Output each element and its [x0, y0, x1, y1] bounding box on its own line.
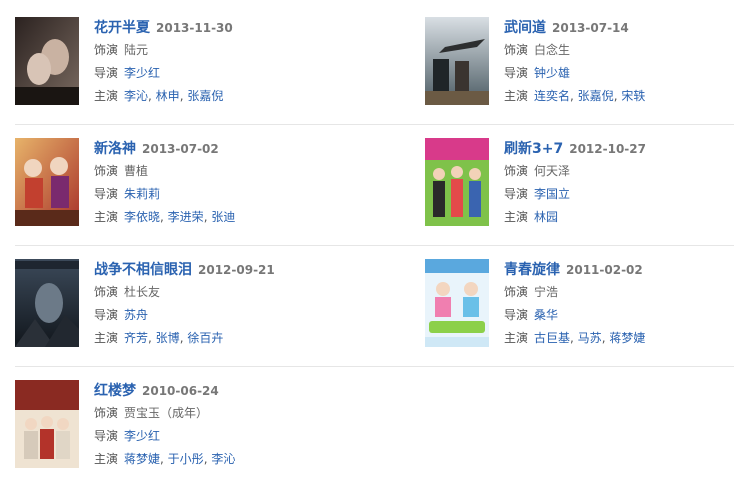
cast-link[interactable]: 张迪 — [211, 210, 235, 224]
role-label: 饰演 — [94, 43, 119, 57]
film-card: 红楼梦 2010-06-24 饰演 贾宝玉（成年） 导演 李少红 主演 蒋梦婕, 于小彤… — [15, 380, 345, 472]
film-title[interactable]: 花开半夏 — [94, 20, 150, 36]
cast-link[interactable]: 李依晓 — [124, 210, 160, 224]
row-divider — [15, 366, 734, 367]
role-label: 饰演 — [94, 406, 119, 420]
role-value: 宁浩 — [534, 285, 559, 299]
cast-link[interactable]: 宋轶 — [621, 89, 645, 103]
role-value: 曹植 — [124, 164, 149, 178]
film-title[interactable]: 红楼梦 — [94, 383, 136, 399]
cast-link[interactable]: 林园 — [534, 210, 558, 224]
director-label: 导演 — [94, 66, 119, 80]
film-poster[interactable] — [15, 17, 79, 105]
cast-link[interactable]: 李沁 — [124, 89, 148, 103]
director-link[interactable]: 桑华 — [534, 308, 558, 322]
film-poster[interactable] — [15, 259, 79, 347]
role-label: 饰演 — [94, 164, 119, 178]
cast-label: 主演 — [94, 452, 119, 466]
role-value: 杜长友 — [124, 285, 161, 299]
film-title[interactable]: 青春旋律 — [504, 262, 560, 278]
row-divider — [15, 245, 734, 246]
cast-link[interactable]: 蒋梦婕 — [124, 452, 160, 466]
role-label: 饰演 — [504, 164, 529, 178]
film-poster[interactable] — [425, 17, 489, 105]
director-label: 导演 — [94, 187, 119, 201]
cast-link[interactable]: 李进荣 — [168, 210, 204, 224]
director-link[interactable]: 李国立 — [534, 187, 570, 201]
cast-link[interactable]: 李沁 — [211, 452, 235, 466]
director-link[interactable]: 钟少雄 — [534, 66, 570, 80]
role-value: 白念生 — [534, 43, 571, 57]
film-poster[interactable] — [425, 259, 489, 347]
release-date: 2012-09-21 — [198, 263, 275, 277]
director-link[interactable]: 李少红 — [124, 429, 160, 443]
row-divider — [15, 124, 734, 125]
release-date: 2013-07-14 — [552, 21, 629, 35]
cast-link[interactable]: 于小彤 — [168, 452, 204, 466]
release-date: 2010-06-24 — [142, 384, 219, 398]
film-card: 战争不相信眼泪 2012-09-21 饰演 杜长友 导演 苏舟 主演 齐芳, 张博, 徐… — [15, 259, 345, 351]
film-poster[interactable] — [15, 138, 79, 226]
cast-label: 主演 — [94, 331, 119, 345]
cast-link[interactable]: 蒋梦婕 — [609, 331, 645, 345]
film-card: 武间道 2013-07-14 饰演 白念生 导演 钟少雄 主演 连奕名, 张嘉倪, 宋轶 — [425, 17, 734, 109]
role-label: 饰演 — [504, 285, 529, 299]
film-title[interactable]: 刷新3+7 — [504, 141, 563, 157]
role-value: 陆元 — [124, 43, 149, 57]
film-card: 新洛神 2013-07-02 饰演 曹植 导演 朱莉莉 主演 李依晓, 李进荣, 张迪 — [15, 138, 345, 230]
cast-link[interactable]: 徐百卉 — [187, 331, 223, 345]
role-value: 何天泽 — [534, 164, 571, 178]
cast-link[interactable]: 张嘉倪 — [578, 89, 614, 103]
director-label: 导演 — [94, 308, 119, 322]
cast-link[interactable]: 张嘉倪 — [187, 89, 223, 103]
director-link[interactable]: 苏舟 — [124, 308, 148, 322]
film-card: 刷新3+7 2012-10-27 饰演 何天泽 导演 李国立 主演 林园 — [425, 138, 734, 230]
film-title[interactable]: 战争不相信眼泪 — [94, 262, 192, 278]
cast-link[interactable]: 齐芳 — [124, 331, 148, 345]
cast-link[interactable]: 连奕名 — [534, 89, 570, 103]
film-poster[interactable] — [425, 138, 489, 226]
cast-link[interactable]: 古巨基 — [534, 331, 570, 345]
release-date: 2012-10-27 — [569, 142, 646, 156]
film-title[interactable]: 武间道 — [504, 20, 546, 36]
role-value: 贾宝玉（成年） — [124, 406, 209, 420]
role-label: 饰演 — [94, 285, 119, 299]
role-label: 饰演 — [504, 43, 529, 57]
cast-label: 主演 — [94, 89, 119, 103]
film-poster[interactable] — [15, 380, 79, 468]
director-link[interactable]: 朱莉莉 — [124, 187, 160, 201]
release-date: 2013-07-02 — [142, 142, 219, 156]
release-date: 2013-11-30 — [156, 21, 233, 35]
director-label: 导演 — [94, 429, 119, 443]
cast-label: 主演 — [94, 210, 119, 224]
director-link[interactable]: 李少红 — [124, 66, 160, 80]
director-label: 导演 — [504, 187, 529, 201]
film-title[interactable]: 新洛神 — [94, 141, 136, 157]
cast-label: 主演 — [504, 210, 529, 224]
film-card: 花开半夏 2013-11-30 饰演 陆元 导演 李少红 主演 李沁, 林申, 张嘉倪 — [15, 17, 345, 109]
film-card: 青春旋律 2011-02-02 饰演 宁浩 导演 桑华 主演 古巨基, 马苏, 蒋梦婕 — [425, 259, 734, 351]
cast-link[interactable]: 马苏 — [578, 331, 602, 345]
cast-label: 主演 — [504, 89, 529, 103]
cast-label: 主演 — [504, 331, 529, 345]
cast-link[interactable]: 林申 — [156, 89, 180, 103]
release-date: 2011-02-02 — [566, 263, 643, 277]
director-label: 导演 — [504, 66, 529, 80]
director-label: 导演 — [504, 308, 529, 322]
cast-link[interactable]: 张博 — [156, 331, 180, 345]
